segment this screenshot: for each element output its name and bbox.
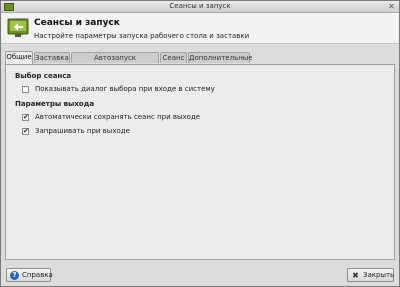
close-button-label: Закрыть <box>363 271 395 279</box>
tab-general[interactable]: Общие <box>5 51 33 64</box>
logout-section-title: Параметры выхода <box>15 100 95 108</box>
help-icon: ? <box>10 271 19 280</box>
close-icon: ✖ <box>352 271 359 280</box>
help-button-label: Справка <box>22 271 53 279</box>
tab-advanced[interactable]: Дополнительные <box>188 52 253 63</box>
session-section-title: Выбор сеанса <box>15 72 72 80</box>
title-bar[interactable]: Сеансы и запуск ✕ <box>1 1 399 13</box>
window-close-icon[interactable]: ✕ <box>387 2 396 11</box>
header-subtitle: Настройте параметры запуска рабочего сто… <box>34 32 250 40</box>
header-title: Сеансы и запуск <box>34 18 120 28</box>
show-dialog-checkbox[interactable] <box>22 86 29 93</box>
auto-save-checkbox[interactable]: ✔ <box>22 114 29 121</box>
prompt-logout-checkbox[interactable]: ✔ <box>22 128 29 135</box>
general-tab-panel: Выбор сеанса Показывать диалог выбора пр… <box>5 64 395 260</box>
tab-screensaver[interactable]: Заставка <box>34 52 70 63</box>
prompt-logout-label: Запрашивать при выходе <box>35 127 130 135</box>
session-startup-window: Сеансы и запуск ✕ Сеансы и запуск Настро… <box>0 0 400 287</box>
help-button[interactable]: ? Справка <box>6 268 53 282</box>
auto-save-label: Автоматически сохранять сеанс при выходе <box>35 113 201 121</box>
close-button[interactable]: ✖ Закрыть <box>347 268 394 282</box>
tab-session[interactable]: Сеанс <box>160 52 187 63</box>
session-display-icon <box>7 18 29 37</box>
window-title: Сеансы и запуск <box>169 2 231 10</box>
tab-autostart[interactable]: Автозапуск приложений <box>71 52 159 73</box>
show-dialog-label: Показывать диалог выбора при входе в сис… <box>35 85 215 93</box>
dialog-header: Сеансы и запуск Настройте параметры запу… <box>1 13 399 44</box>
